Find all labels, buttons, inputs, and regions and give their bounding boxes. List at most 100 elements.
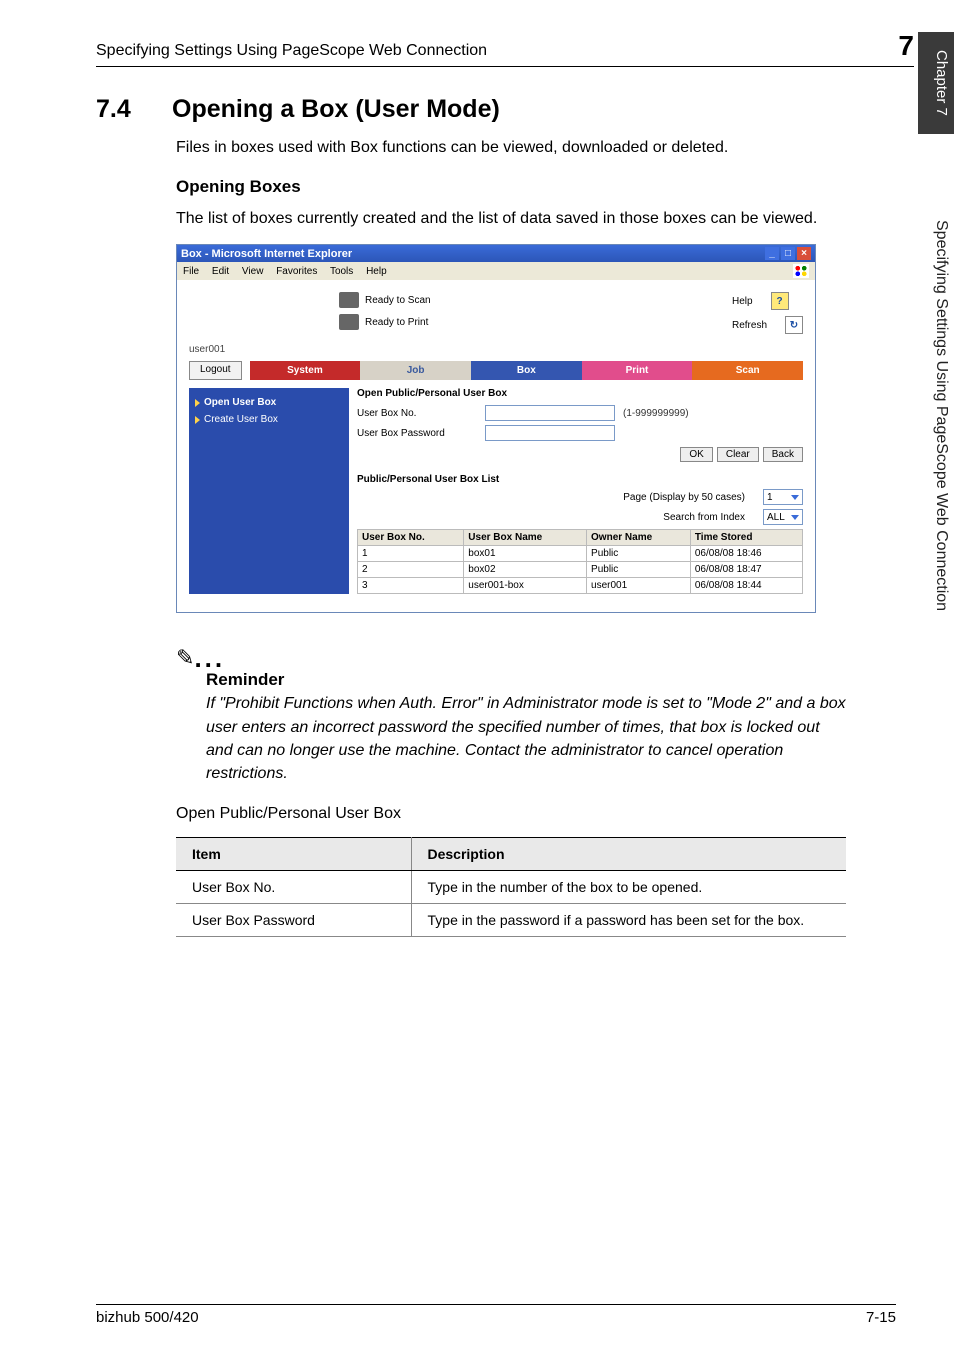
tab-scan[interactable]: Scan — [692, 361, 803, 380]
note-hand-icon: ✎ — [176, 645, 194, 670]
tab-box[interactable]: Box — [471, 361, 582, 380]
search-index-select[interactable]: ALL — [763, 509, 803, 525]
tab-system[interactable]: System — [250, 361, 361, 380]
table-row: User Box Password Type in the password i… — [176, 904, 846, 937]
chevron-down-icon — [791, 515, 799, 520]
cell-desc: Type in the password if a password has b… — [411, 904, 846, 937]
sidebar-item-open-box[interactable]: Open User Box — [195, 394, 343, 411]
box-list-table: User Box No. User Box Name Owner Name Ti… — [357, 529, 803, 594]
menu-help[interactable]: Help — [366, 266, 387, 277]
cell-name: box01 — [464, 546, 587, 562]
logout-button[interactable]: Logout — [189, 361, 242, 380]
section-number: 7.4 — [96, 95, 172, 124]
printer-icon — [339, 314, 359, 330]
window-title: Box - Microsoft Internet Explorer — [181, 248, 352, 260]
label-user-box-password: User Box Password — [357, 428, 477, 439]
search-select-value: ALL — [767, 512, 785, 523]
reminder-body: If "Prohibit Functions when Auth. Error"… — [206, 692, 846, 785]
cell-owner: Public — [587, 562, 691, 578]
side-running-title: Specifying Settings Using PageScope Web … — [932, 220, 950, 611]
page-select-value: 1 — [767, 492, 773, 503]
windows-logo-icon — [793, 264, 809, 278]
list-title: Public/Personal User Box List — [357, 474, 803, 485]
status-print: Ready to Print — [365, 317, 428, 328]
menu-file[interactable]: File — [183, 266, 199, 277]
browser-window: Box - Microsoft Internet Explorer _ □ × … — [176, 244, 816, 613]
cell-item: User Box Password — [176, 904, 411, 937]
input-user-box-no[interactable] — [485, 405, 615, 421]
table-row[interactable]: 1 box01 Public 06/08/08 18:46 — [358, 546, 803, 562]
chapter-number: 7 — [898, 30, 914, 62]
page-label: Page (Display by 50 cases) — [623, 492, 745, 503]
back-button[interactable]: Back — [763, 447, 803, 462]
triangle-marker-icon — [195, 416, 200, 424]
cell-no: 3 — [358, 578, 464, 594]
cell-time: 06/08/08 18:44 — [690, 578, 802, 594]
th-time: Time Stored — [690, 530, 802, 546]
table-row[interactable]: 3 user001-box user001 06/08/08 18:44 — [358, 578, 803, 594]
tab-job[interactable]: Job — [360, 361, 471, 380]
menu-edit[interactable]: Edit — [212, 266, 229, 277]
cell-name: box02 — [464, 562, 587, 578]
status-scan: Ready to Scan — [365, 295, 431, 306]
menu-tools[interactable]: Tools — [330, 266, 353, 277]
cell-owner: user001 — [587, 578, 691, 594]
reminder-note: ✎... Reminder If "Prohibit Functions whe… — [176, 643, 846, 785]
footer-model: bizhub 500/420 — [96, 1309, 199, 1326]
ellipsis-icon: ... — [194, 643, 225, 673]
th-box-name: User Box Name — [464, 530, 587, 546]
page-footer: bizhub 500/420 7-15 — [96, 1304, 896, 1326]
logged-in-user: user001 — [189, 344, 803, 355]
triangle-marker-icon — [195, 399, 200, 407]
tab-print[interactable]: Print — [582, 361, 693, 380]
th-box-no: User Box No. — [358, 530, 464, 546]
maximize-icon[interactable]: □ — [781, 247, 795, 260]
sidebar-open-label: Open User Box — [204, 397, 276, 408]
scanner-icon — [339, 292, 359, 308]
section-title: Opening a Box (User Mode) — [172, 95, 500, 123]
chapter-tab: Chapter 7 — [918, 32, 954, 134]
th-description: Description — [411, 838, 846, 871]
ok-button[interactable]: OK — [680, 447, 712, 462]
page-header: Specifying Settings Using PageScope Web … — [96, 30, 914, 67]
close-icon[interactable]: × — [797, 247, 811, 260]
subheading: Opening Boxes — [176, 177, 914, 197]
cell-owner: Public — [587, 546, 691, 562]
menu-view[interactable]: View — [242, 266, 264, 277]
help-link[interactable]: Help — [732, 296, 753, 307]
refresh-link[interactable]: Refresh — [732, 320, 767, 331]
running-title: Specifying Settings Using PageScope Web … — [96, 42, 487, 60]
input-user-box-password[interactable] — [485, 425, 615, 441]
section-heading: 7.4Opening a Box (User Mode) — [96, 95, 914, 124]
refresh-icon[interactable]: ↻ — [785, 316, 803, 334]
th-owner: Owner Name — [587, 530, 691, 546]
chevron-down-icon — [791, 495, 799, 500]
minimize-icon[interactable]: _ — [765, 247, 779, 260]
help-icon[interactable]: ? — [771, 292, 789, 310]
table-row: User Box No. Type in the number of the b… — [176, 871, 846, 904]
cell-time: 06/08/08 18:46 — [690, 546, 802, 562]
cell-desc: Type in the number of the box to be open… — [411, 871, 846, 904]
cell-no: 1 — [358, 546, 464, 562]
table-caption: Open Public/Personal User Box — [176, 805, 914, 823]
clear-button[interactable]: Clear — [717, 447, 759, 462]
page-select[interactable]: 1 — [763, 489, 803, 505]
search-label: Search from Index — [663, 512, 745, 523]
description-table: Item Description User Box No. Type in th… — [176, 837, 846, 937]
footer-page-number: 7-15 — [866, 1309, 896, 1326]
th-item: Item — [176, 838, 411, 871]
sidebar-item-create-box[interactable]: Create User Box — [195, 411, 343, 428]
subhead-text: The list of boxes currently created and … — [176, 207, 846, 230]
cell-no: 2 — [358, 562, 464, 578]
browser-menubar: File Edit View Favorites Tools Help — [177, 262, 815, 280]
window-titlebar: Box - Microsoft Internet Explorer _ □ × — [177, 245, 815, 262]
sidebar-create-label: Create User Box — [204, 414, 278, 425]
table-row[interactable]: 2 box02 Public 06/08/08 18:47 — [358, 562, 803, 578]
intro-text: Files in boxes used with Box functions c… — [176, 136, 846, 159]
sidebar: Open User Box Create User Box — [189, 388, 349, 594]
reminder-heading: Reminder — [206, 670, 846, 690]
range-hint: (1-999999999) — [623, 408, 689, 419]
menu-favorites[interactable]: Favorites — [276, 266, 317, 277]
cell-name: user001-box — [464, 578, 587, 594]
cell-item: User Box No. — [176, 871, 411, 904]
